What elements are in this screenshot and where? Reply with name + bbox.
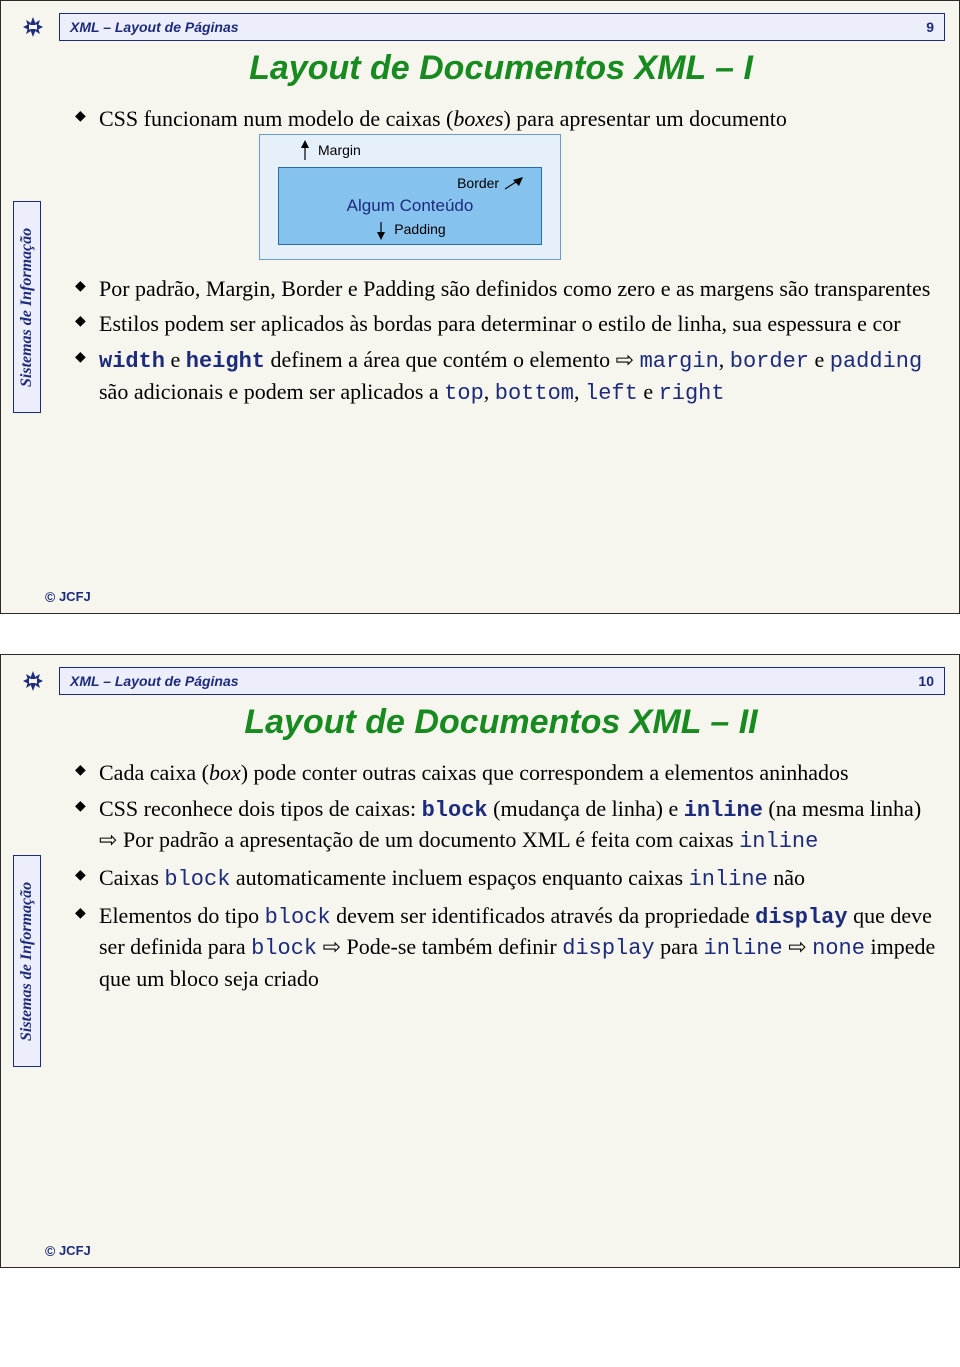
side-label-wrap: Sistemas de Informação bbox=[13, 201, 41, 413]
text: ) para apresentar um documento bbox=[503, 106, 786, 131]
code: right bbox=[659, 381, 725, 406]
text: Elementos do tipo bbox=[99, 903, 265, 928]
code: padding bbox=[830, 349, 922, 374]
arrow-right-icon: ⇨ bbox=[323, 934, 341, 959]
text: Pode-se também definir bbox=[341, 934, 562, 959]
page-number: 9 bbox=[926, 19, 934, 35]
text: , bbox=[484, 379, 495, 404]
text: são adicionais e podem ser aplicados a bbox=[99, 379, 444, 404]
text: devem ser identificados através da propr… bbox=[331, 903, 756, 928]
diagram-padding-label: Padding bbox=[394, 220, 445, 239]
kw: block bbox=[422, 798, 488, 823]
slide-9: XML – Layout de Páginas 9 Sistemas de In… bbox=[0, 0, 960, 614]
side-label: Sistemas de Informação bbox=[13, 201, 41, 413]
footer: © JCFJ bbox=[45, 1243, 91, 1259]
code: border bbox=[730, 349, 809, 374]
code: block bbox=[251, 936, 317, 961]
arrow-up-icon bbox=[298, 140, 312, 162]
bullet-2: Por padrão, Margin, Border e Padding são… bbox=[75, 274, 937, 304]
code: top bbox=[444, 381, 484, 406]
box-model-diagram: Margin Border Algum Conteúdo bbox=[259, 134, 937, 260]
header-title-strip: XML – Layout de Páginas 9 bbox=[59, 13, 945, 41]
text: ) pode conter outras caixas que correspo… bbox=[241, 760, 849, 785]
bullet-1: Cada caixa (box) pode conter outras caix… bbox=[75, 758, 937, 788]
slide-header: XML – Layout de Páginas 9 bbox=[15, 13, 945, 41]
text: CSS reconhece dois tipos de caixas: bbox=[99, 796, 422, 821]
side-label-wrap: Sistemas de Informação bbox=[13, 855, 41, 1067]
text: para bbox=[655, 934, 704, 959]
text: automaticamente incluem espaços enquanto… bbox=[230, 865, 688, 890]
slide-content: Layout de Documentos XML – I CSS funcion… bbox=[65, 49, 937, 408]
footer: © JCFJ bbox=[45, 589, 91, 605]
slide-header: XML – Layout de Páginas 10 bbox=[15, 667, 945, 695]
bullet-list: Cada caixa (box) pode conter outras caix… bbox=[65, 758, 937, 994]
code: block bbox=[164, 867, 230, 892]
diagram-padding-row: Padding bbox=[279, 220, 541, 240]
arrow-diag-icon bbox=[503, 177, 525, 191]
kw: display bbox=[755, 905, 847, 930]
copyright-icon: © bbox=[45, 589, 55, 605]
text: (mudança de linha) e bbox=[488, 796, 684, 821]
diagram-outer: Margin Border Algum Conteúdo bbox=[259, 134, 561, 260]
text: e bbox=[165, 347, 186, 372]
slide-title: Layout de Documentos XML – I bbox=[65, 49, 937, 88]
bullet-4: Elementos do tipo block devem ser identi… bbox=[75, 901, 937, 994]
text-emph: boxes bbox=[453, 106, 503, 131]
header-title: XML – Layout de Páginas bbox=[70, 19, 239, 35]
bullet-1: CSS funcionam num modelo de caixas (boxe… bbox=[75, 104, 937, 260]
diagram-border-row: Border bbox=[289, 174, 531, 193]
footer-text: JCFJ bbox=[59, 589, 91, 604]
text: definem a área que contém o elemento bbox=[265, 347, 616, 372]
bullet-3: Caixas block automaticamente incluem esp… bbox=[75, 863, 937, 895]
code: inline bbox=[739, 829, 818, 854]
text: e bbox=[809, 347, 830, 372]
bullet-list: CSS funcionam num modelo de caixas (boxe… bbox=[65, 104, 937, 408]
kw: width bbox=[99, 349, 165, 374]
code: inline bbox=[704, 936, 783, 961]
text: não bbox=[768, 865, 805, 890]
code: margin bbox=[640, 349, 719, 374]
code: block bbox=[265, 905, 331, 930]
text: Cada caixa ( bbox=[99, 760, 209, 785]
slide-10: XML – Layout de Páginas 10 Sistemas de I… bbox=[0, 654, 960, 1268]
text: Por padrão a apresentação de um document… bbox=[117, 827, 739, 852]
kw: inline bbox=[684, 798, 763, 823]
diagram-margin-row: Margin bbox=[260, 135, 560, 167]
text: , bbox=[719, 347, 730, 372]
slide-content: Layout de Documentos XML – II Cada caixa… bbox=[65, 703, 937, 994]
diagram-border-label: Border bbox=[457, 175, 499, 191]
code: display bbox=[562, 936, 654, 961]
arrow-right-icon: ⇨ bbox=[99, 827, 117, 852]
bullet-3: Estilos podem ser aplicados às bordas pa… bbox=[75, 309, 937, 339]
text: e bbox=[638, 379, 659, 404]
text: CSS funcionam num modelo de caixas ( bbox=[99, 106, 453, 131]
text: Caixas bbox=[99, 865, 164, 890]
page-number: 10 bbox=[918, 673, 934, 689]
copyright-icon: © bbox=[45, 1243, 55, 1259]
header-title: XML – Layout de Páginas bbox=[70, 673, 239, 689]
code: none bbox=[812, 936, 865, 961]
arrow-right-icon: ⇨ bbox=[616, 347, 634, 372]
kw: height bbox=[186, 349, 265, 374]
text-emph: box bbox=[209, 760, 241, 785]
logo-icon bbox=[15, 667, 51, 695]
text: (na mesma linha) bbox=[763, 796, 921, 821]
code: inline bbox=[689, 867, 768, 892]
header-title-strip: XML – Layout de Páginas 10 bbox=[59, 667, 945, 695]
code: left bbox=[585, 381, 638, 406]
bullet-4: width e height definem a área que contém… bbox=[75, 345, 937, 408]
arrow-down-icon bbox=[374, 220, 388, 240]
footer-text: JCFJ bbox=[59, 1243, 91, 1258]
diagram-inner: Border Algum Conteúdo Padding bbox=[278, 167, 542, 245]
slide-title: Layout de Documentos XML – II bbox=[65, 703, 937, 742]
text: , bbox=[574, 379, 585, 404]
side-label: Sistemas de Informação bbox=[13, 855, 41, 1067]
code: bottom bbox=[495, 381, 574, 406]
diagram-content-label: Algum Conteúdo bbox=[289, 195, 531, 218]
logo-icon bbox=[15, 13, 51, 41]
bullet-2: CSS reconhece dois tipos de caixas: bloc… bbox=[75, 794, 937, 857]
arrow-right-icon: ⇨ bbox=[788, 934, 806, 959]
diagram-margin-label: Margin bbox=[318, 141, 361, 160]
